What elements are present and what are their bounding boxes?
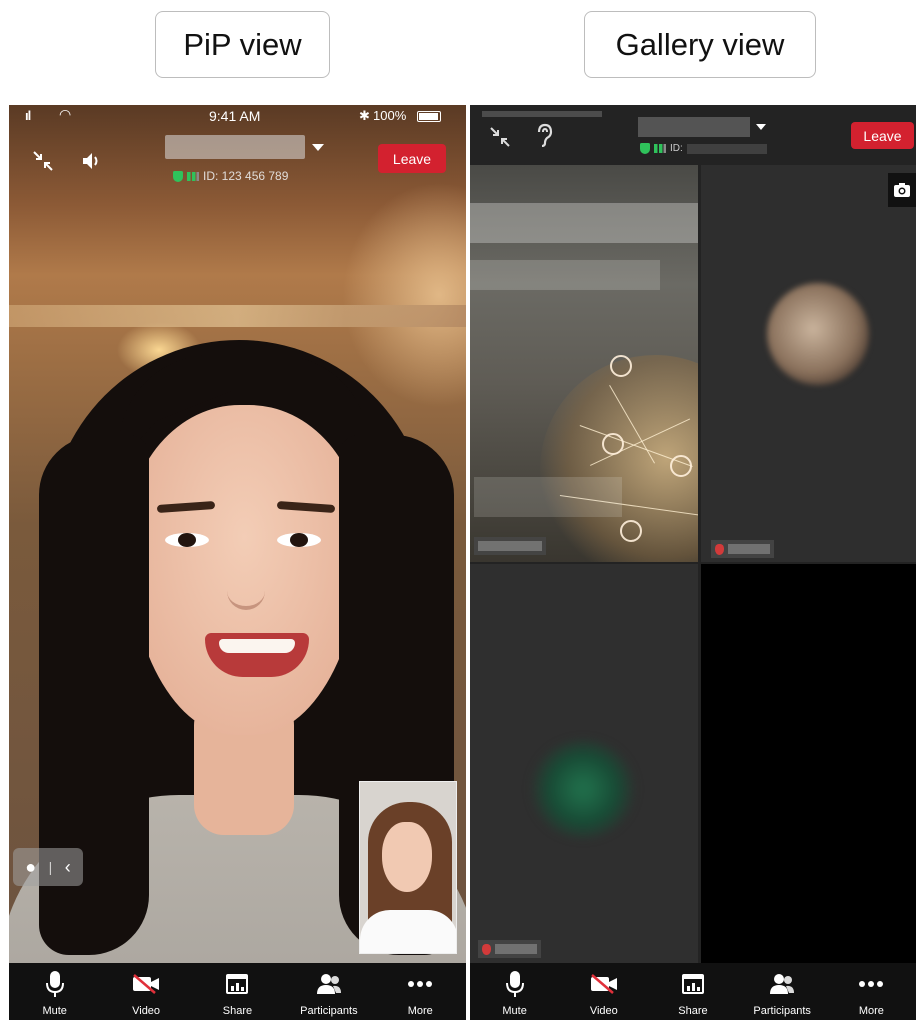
leave-button[interactable]: Leave [851,122,914,149]
gallery-view-caption: Gallery view [584,11,816,78]
status-time: 9:41 AM [209,108,261,124]
avatar [767,283,869,385]
video-button[interactable]: Video [106,969,186,1017]
meeting-id-text: ID: [670,143,683,154]
comparison-figure: PiP view Gallery view ıl ◠ 9:41 AM ✱ 100… [0,0,916,1020]
chevron-down-icon[interactable] [312,144,324,151]
meeting-toolbar: Mute Video Share Participants More [470,963,916,1020]
meeting-info: ID: [640,143,767,154]
hearing-icon[interactable] [530,121,558,149]
chevron-down-icon[interactable] [756,124,766,130]
encryption-shield-icon [640,143,650,154]
status-bar-masked [482,111,602,117]
meeting-title-masked[interactable] [165,135,305,159]
status-bar: ıl ◠ 9:41 AM ✱ 100% [9,105,466,129]
gallery-top-bar: ID: Leave [470,105,916,165]
share-button[interactable]: Share [653,969,733,1017]
chat-toggle[interactable]: ● | ‹ [13,848,83,886]
battery-percent: 100% [373,108,407,123]
exit-fullscreen-icon[interactable] [486,123,514,151]
gallery-view-screen: ID: Leave Mute Video Share Participants … [470,105,916,1020]
meeting-title-masked[interactable] [638,117,750,137]
share-screen-icon [222,969,252,999]
meeting-id-text: ID: 123 456 789 [203,169,289,183]
speaker-icon[interactable] [77,147,105,175]
chat-bubble-icon: ● [25,856,37,877]
video-off-icon [589,969,619,999]
participants-icon [767,969,797,999]
pip-view-caption: PiP view [155,11,330,78]
video-off-icon [131,969,161,999]
wifi-icon: ◠ [59,106,72,122]
video-button[interactable]: Video [564,969,644,1017]
more-icon [405,969,435,999]
meeting-info: ID: 123 456 789 [173,169,288,183]
participant-name-tag [478,940,541,958]
connection-signal-icon [654,144,666,153]
microphone-icon [500,969,530,999]
more-button[interactable]: More [831,969,911,1017]
meeting-toolbar: Mute Video Share Participants More [9,963,466,1020]
muted-mic-icon [715,543,724,555]
more-icon [856,969,886,999]
divider: | [48,859,53,875]
encryption-shield-icon [173,170,183,182]
participant-tile-3[interactable] [470,564,698,964]
microphone-icon [40,969,70,999]
chevron-left-icon: ‹ [64,856,71,877]
participant-tile-empty [701,564,916,964]
participants-button[interactable]: Participants [289,969,369,1017]
more-button[interactable]: More [380,969,460,1017]
switch-camera-icon[interactable] [888,173,916,207]
self-view-thumbnail[interactable] [359,781,457,954]
exit-fullscreen-icon[interactable] [29,147,57,175]
participants-button[interactable]: Participants [742,969,822,1017]
participant-video-blurred [530,739,636,839]
pip-view-screen: ıl ◠ 9:41 AM ✱ 100% ID: 123 456 789 Leav… [9,105,466,1020]
battery-icon [417,111,441,122]
participants-icon [314,969,344,999]
cellular-signal-icon: ıl [25,108,31,123]
bluetooth-icon: ✱ [359,108,370,123]
mute-button[interactable]: Mute [15,969,95,1017]
mute-button[interactable]: Mute [475,969,555,1017]
participant-name-tag [711,540,774,558]
participant-tile-2[interactable] [701,165,916,562]
leave-button[interactable]: Leave [378,144,446,173]
share-screen-icon [678,969,708,999]
muted-mic-icon [482,943,491,955]
connection-signal-icon [187,171,199,181]
participant-name-tag [474,537,546,555]
share-button[interactable]: Share [197,969,277,1017]
participant-tile-1[interactable] [470,165,698,562]
